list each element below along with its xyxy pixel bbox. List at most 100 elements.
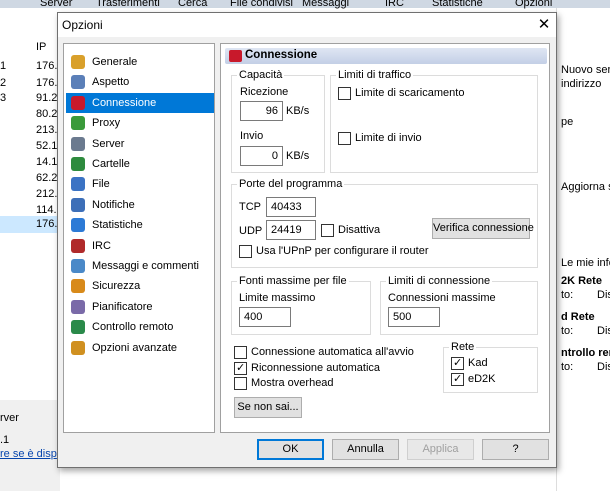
bg-address-label: indirizzo xyxy=(561,78,602,90)
bg-tab-messages[interactable]: Messaggi xyxy=(302,0,349,9)
max-connections-label: Connessioni massime xyxy=(388,292,496,304)
table-row[interactable]: 62.2 xyxy=(0,170,60,187)
nav-item-proxy[interactable]: Proxy xyxy=(66,113,214,133)
udp-port-input[interactable] xyxy=(266,220,316,240)
checkbox-box[interactable] xyxy=(321,224,334,237)
nav-item-file[interactable]: File xyxy=(66,174,214,194)
checkbox-box[interactable] xyxy=(338,87,351,100)
checkbox-box[interactable] xyxy=(451,356,464,370)
bg-kad-status-label: to: xyxy=(561,325,574,337)
checkbox-box[interactable] xyxy=(234,346,247,359)
nav-item-server[interactable]: Server xyxy=(66,134,214,154)
dialog-titlebar[interactable]: Opzioni ✕ xyxy=(58,13,556,37)
nav-item-label: Connessione xyxy=(92,96,157,109)
proxy-icon xyxy=(71,116,85,131)
nav-item-security[interactable]: Sicurezza xyxy=(66,276,214,296)
download-capacity-input[interactable] xyxy=(240,101,283,121)
checkbox-box[interactable] xyxy=(234,377,247,390)
table-row[interactable]: 176. xyxy=(0,216,60,233)
nav-item-remote-control[interactable]: Controllo remoto xyxy=(66,317,214,337)
ok-button[interactable]: OK xyxy=(257,439,324,460)
bg-kad-status-value: Dis xyxy=(597,325,610,337)
max-sources-input[interactable] xyxy=(239,307,291,327)
close-icon[interactable]: ✕ xyxy=(532,13,556,37)
bg-tab-shared[interactable]: File condivisi xyxy=(230,0,293,9)
nav-item-irc[interactable]: IRC xyxy=(66,236,214,256)
nav-item-statistics[interactable]: Statistiche xyxy=(66,215,214,235)
bg-log-tab[interactable]: rver xyxy=(0,412,19,424)
apply-button[interactable]: Applica xyxy=(407,439,474,460)
nav-item-messages[interactable]: Messaggi e commenti xyxy=(66,256,214,276)
notification-icon xyxy=(71,197,85,212)
table-row[interactable]: 14.1 xyxy=(0,154,60,171)
nav-item-folder[interactable]: Cartelle xyxy=(66,154,214,174)
nav-item-label: Notifiche xyxy=(92,198,135,211)
tcp-label: TCP xyxy=(239,201,261,213)
monitor-icon xyxy=(71,75,85,90)
checkbox-box[interactable] xyxy=(338,132,351,145)
nav-item-connection[interactable]: Connessione xyxy=(66,92,214,113)
bg-e2k-network-label: 2K Rete xyxy=(561,275,602,287)
bg-update-button[interactable]: Aggiorna se xyxy=(561,181,610,193)
bg-log-line: .1 xyxy=(0,434,10,446)
background-right-panel: Nuovo serv indirizzo pe Aggiorna se Le m… xyxy=(556,8,610,491)
connection-limits-legend: Limiti di connessione xyxy=(386,275,493,287)
checkbox-box[interactable] xyxy=(451,372,464,386)
panel-title: Connessione xyxy=(245,49,318,61)
file-icon xyxy=(71,177,85,192)
table-row[interactable]: 80.2 xyxy=(0,106,60,123)
cancel-button[interactable]: Annulla xyxy=(332,439,399,460)
upload-capacity-input[interactable] xyxy=(240,146,283,166)
nav-item-label: Cartelle xyxy=(92,158,130,170)
nav-item-scheduler[interactable]: Pianificatore xyxy=(66,297,214,317)
nav-item-monitor[interactable]: Aspetto xyxy=(66,72,214,92)
table-row[interactable]: 212. xyxy=(0,186,60,203)
verify-connection-button[interactable]: Verifica connessione xyxy=(432,218,534,239)
nav-item-label: Controllo remoto xyxy=(92,321,174,334)
bg-remote-status-label: to: xyxy=(561,361,574,373)
nav-item-notification[interactable]: Notifiche xyxy=(66,195,214,215)
options-dialog: Opzioni ✕ Generale Aspetto Connessione Prox… xyxy=(57,12,557,468)
nav-item-label: Proxy xyxy=(92,117,121,130)
bg-tab-search[interactable]: Cerca xyxy=(178,0,207,9)
max-sources-group: Fonti massime per file Limite massimo xyxy=(231,275,371,335)
irc-icon xyxy=(71,238,85,253)
nav-item-label: Server xyxy=(92,137,125,150)
bg-log-link[interactable]: re se è disp xyxy=(0,448,57,460)
folder-icon xyxy=(71,157,85,171)
udp-label: UDP xyxy=(239,225,263,237)
messages-icon xyxy=(71,259,85,273)
traffic-limits-legend: Limiti di traffico xyxy=(336,69,414,81)
options-category-list: Generale Aspetto Connessione Proxy Server Car… xyxy=(63,43,215,433)
ip-column-header[interactable]: IP xyxy=(36,41,46,53)
bg-e2k-status-label: to: xyxy=(561,289,574,301)
table-row[interactable]: 3 91.2 xyxy=(0,90,60,107)
dialog-title: Opzioni xyxy=(62,18,103,32)
nav-item-advanced-options[interactable]: Opzioni avanzate xyxy=(66,338,214,358)
nav-item-label: File xyxy=(92,178,110,191)
table-row[interactable]: 213. xyxy=(0,122,60,139)
security-icon xyxy=(71,279,85,294)
table-row[interactable]: 52.1 xyxy=(0,138,60,155)
bg-tab-options[interactable]: Opzioni xyxy=(515,0,552,9)
help-button[interactable]: ? xyxy=(482,439,549,460)
table-row[interactable]: 1 176. xyxy=(0,58,60,75)
nav-item-label: Aspetto xyxy=(92,76,130,89)
max-connections-input[interactable] xyxy=(388,307,440,327)
bg-tab-transfers[interactable]: Trasferimenti xyxy=(96,0,160,9)
bg-tab-statistics[interactable]: Statistiche xyxy=(432,0,483,9)
checkbox-box[interactable] xyxy=(234,361,247,375)
connection-limits-group: Limiti di connessione Connessioni massim… xyxy=(380,275,538,335)
tcp-port-input[interactable] xyxy=(266,197,316,217)
nav-item-label: Opzioni avanzate xyxy=(92,341,177,354)
server-icon xyxy=(71,136,85,151)
help-link-button[interactable]: Se non sai... xyxy=(234,397,302,418)
nav-item-gear[interactable]: Generale xyxy=(66,52,214,72)
checkbox-box[interactable] xyxy=(239,245,252,258)
connection-icon xyxy=(229,50,242,62)
bg-tab-irc[interactable]: IRC xyxy=(385,0,404,9)
network-group: Rete Kad eD2K xyxy=(443,341,538,393)
nav-item-label: Pianificatore xyxy=(92,300,153,313)
nav-item-label: IRC xyxy=(92,239,111,252)
bg-e2k-status-value: Dis xyxy=(597,289,610,301)
